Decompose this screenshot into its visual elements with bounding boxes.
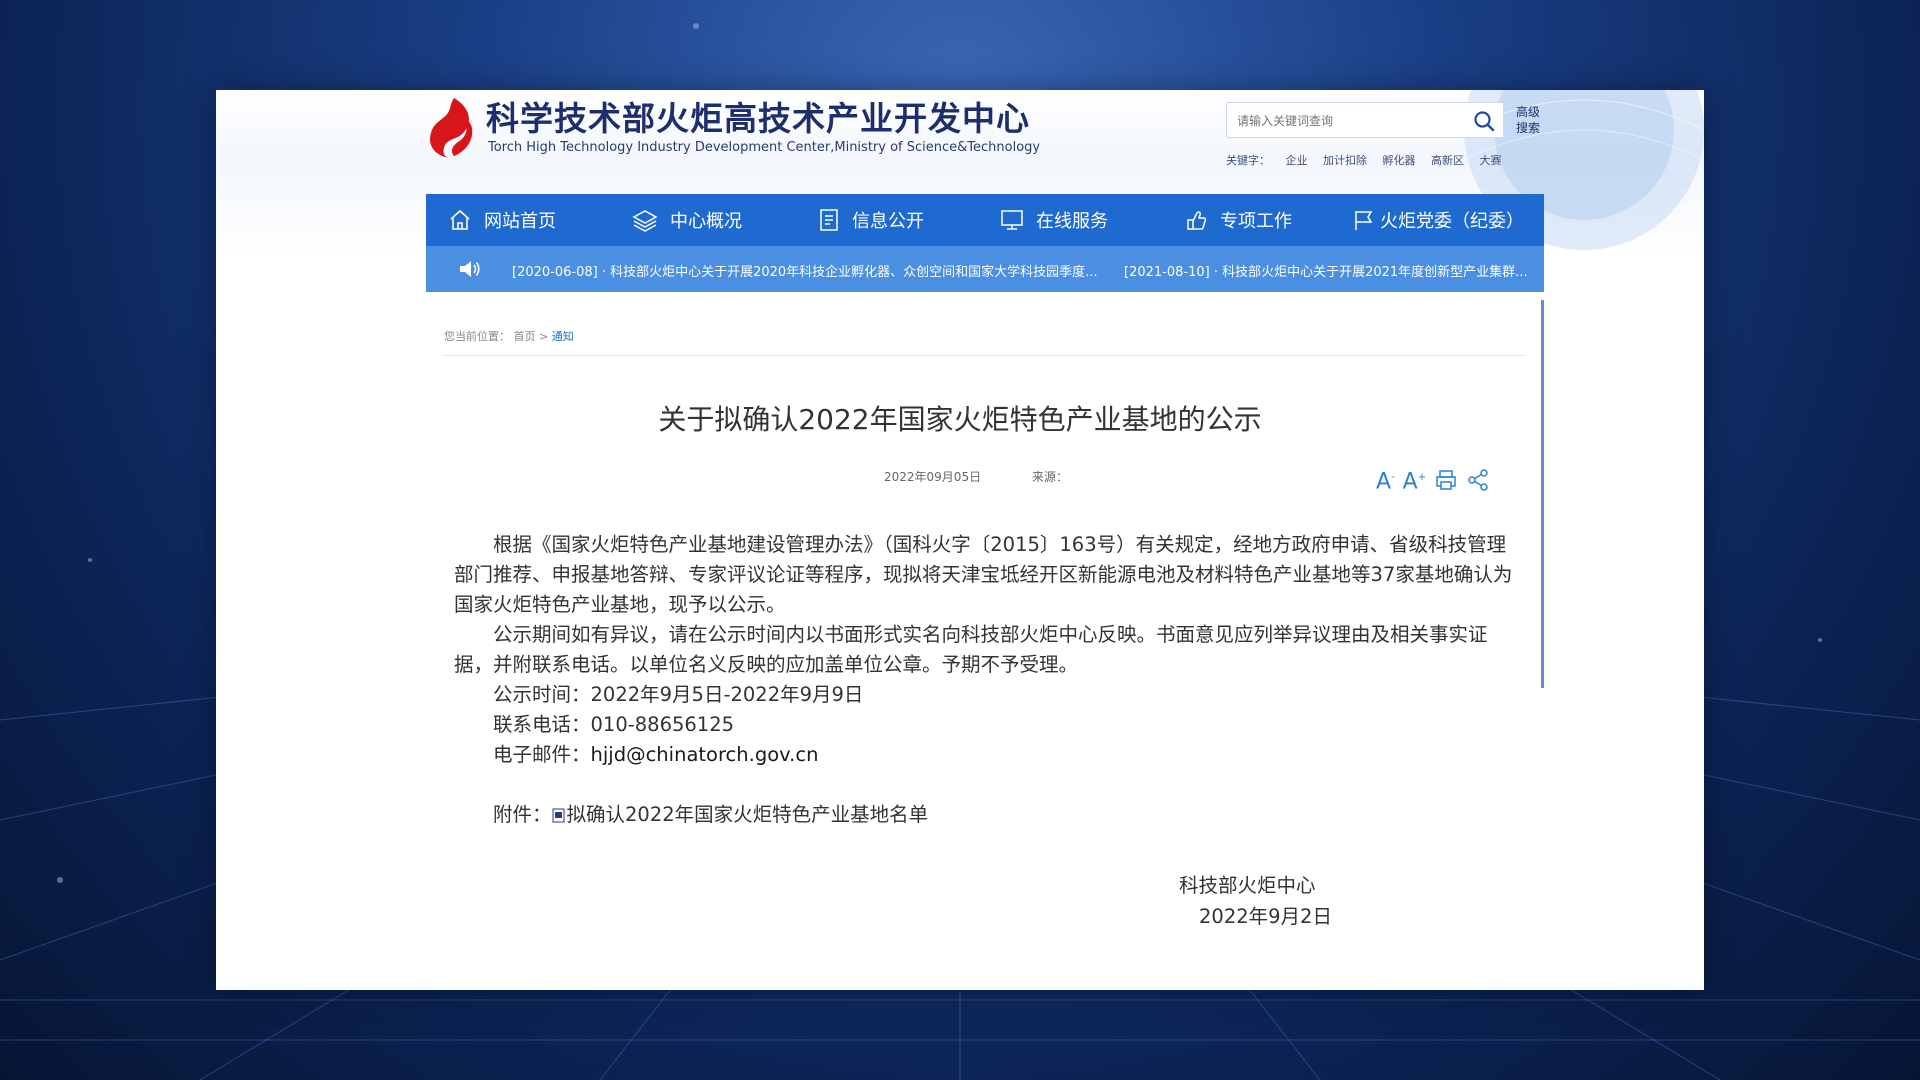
search-icon[interactable] (1473, 110, 1495, 132)
news-ticker: [2020-06-08] · 科技部火炬中心关于开展2020年科技企业孵化器、众… (426, 246, 1544, 292)
main-nav: 网站首页 中心概况 信息公开 在线服务 专项工作 火炬党委（纪委） (426, 194, 1544, 246)
article-body: 根据《国家火炬特色产业基地建设管理办法》（国科火字〔2015〕163号）有关规定… (454, 530, 1514, 830)
home-icon (450, 209, 470, 230)
nav-item-special[interactable]: 专项工作 (1184, 194, 1292, 246)
nav-item-party[interactable]: 火炬党委（纪委） (1352, 194, 1524, 246)
document-icon (820, 209, 838, 231)
keyword-links: 关键字： 企业 加计扣除 孵化器 高新区 大赛 (1226, 152, 1514, 168)
site-title: 科学技术部火炬高技术产业开发中心 (486, 99, 1030, 138)
nav-label: 网站首页 (484, 211, 556, 232)
breadcrumb-home[interactable]: 首页 (514, 330, 536, 343)
nav-item-info[interactable]: 信息公开 (818, 194, 924, 246)
nav-label: 信息公开 (852, 211, 924, 232)
search-box (1226, 102, 1504, 138)
article-tools: A- A+ (1376, 466, 1490, 494)
nav-item-home[interactable]: 网站首页 (448, 194, 556, 246)
keyword-link[interactable]: 高新区 (1431, 154, 1464, 167)
nav-label: 专项工作 (1220, 211, 1292, 232)
contact-phone: 联系电话：010-88656125 (454, 710, 1514, 740)
contact-email: 电子邮件：hjjd@chinatorch.gov.cn (454, 740, 1514, 770)
file-icon (552, 808, 565, 823)
browser-page: 科学技术部火炬高技术产业开发中心 Torch High Technology I… (216, 90, 1704, 990)
font-increase-icon[interactable]: A+ (1403, 466, 1426, 494)
signature-org: 科技部火炬中心 (1179, 874, 1316, 897)
period-value: 2022年9月5日-2022年9月9日 (590, 683, 864, 706)
torch-logo-icon (430, 98, 473, 158)
nav-label: 中心概况 (670, 211, 742, 232)
breadcrumb-current[interactable]: 通知 (552, 330, 574, 343)
content-scrollbar[interactable] (1541, 300, 1544, 688)
ticker-item[interactable]: [2021-08-10] · 科技部火炬中心关于开展2021年度创新型产业集群.… (1124, 261, 1528, 280)
breadcrumb: 您当前位置： 首页 > 通知 (444, 328, 574, 344)
monitor-icon (1001, 210, 1023, 230)
advanced-search-link[interactable]: 高级搜索 (1516, 104, 1544, 136)
nav-label: 在线服务 (1036, 211, 1108, 232)
ticker-item[interactable]: [2020-06-08] · 科技部火炬中心关于开展2020年科技企业孵化器、众… (512, 261, 1098, 280)
share-icon[interactable] (1466, 468, 1490, 492)
article-paragraph: 根据《国家火炬特色产业基地建设管理办法》（国科火字〔2015〕163号）有关规定… (454, 533, 1513, 616)
keywords-label: 关键字： (1226, 154, 1270, 167)
keyword-link[interactable]: 企业 (1286, 154, 1308, 167)
nav-label: 火炬党委（纪委） (1380, 211, 1524, 232)
keyword-link[interactable]: 大赛 (1480, 154, 1502, 167)
keyword-link[interactable]: 孵化器 (1383, 154, 1416, 167)
email-label: 电子邮件： (493, 743, 591, 766)
hand-icon (1187, 211, 1207, 230)
print-icon[interactable] (1434, 468, 1458, 492)
breadcrumb-prefix: 您当前位置： (444, 330, 510, 343)
article-source: 来源： (1032, 470, 1069, 484)
site-subtitle: Torch High Technology Industry Developme… (488, 140, 1041, 155)
email-link[interactable]: hjjd@chinatorch.gov.cn (591, 743, 819, 766)
phone-value: 010-88656125 (590, 713, 735, 736)
search-input[interactable] (1235, 109, 1469, 133)
breadcrumb-separator: > (539, 330, 549, 343)
speaker-icon (460, 261, 480, 277)
phone-label: 联系电话： (493, 713, 591, 736)
layers-icon (632, 210, 658, 232)
article-date: 2022年09月05日 (884, 470, 982, 484)
attachment-row: 附件： 拟确认2022年国家火炬特色产业基地名单 (454, 800, 1514, 830)
article-title: 关于拟确认2022年国家火炬特色产业基地的公示 (658, 403, 1262, 436)
divider (444, 355, 1524, 356)
font-decrease-icon[interactable]: A- (1376, 466, 1395, 494)
nav-item-overview[interactable]: 中心概况 (632, 194, 742, 246)
attachment-label: 附件： (493, 803, 552, 826)
article-paragraph: 公示期间如有异议，请在公示时间内以书面形式实名向科技部火炬中心反映。书面意见应列… (454, 623, 1488, 676)
keyword-link[interactable]: 加计扣除 (1323, 154, 1367, 167)
signature-date: 2022年9月2日 (1199, 905, 1332, 928)
notice-period: 公示时间：2022年9月5日-2022年9月9日 (454, 680, 1514, 710)
nav-item-services[interactable]: 在线服务 (1000, 194, 1108, 246)
period-label: 公示时间： (493, 683, 591, 706)
flag-icon (1355, 211, 1373, 230)
attachment-link[interactable]: 拟确认2022年国家火炬特色产业基地名单 (567, 803, 929, 826)
